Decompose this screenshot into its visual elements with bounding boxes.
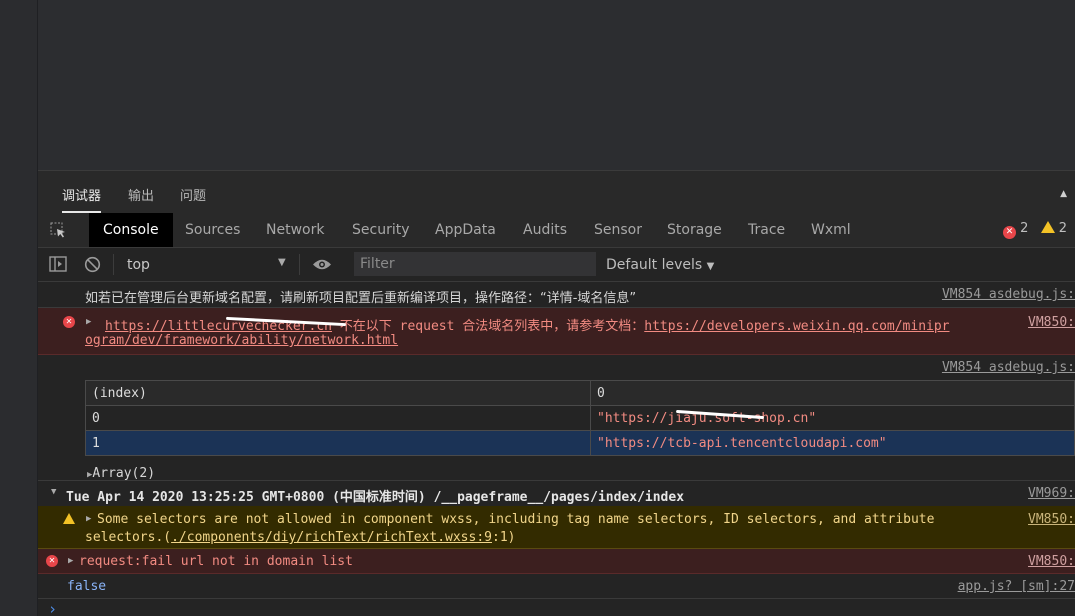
warning-message: Some selectors are not allowed in compon…: [97, 512, 935, 527]
warning-icon: [63, 513, 75, 524]
tab-wxml[interactable]: Wxml: [797, 213, 865, 247]
table-header-value[interactable]: 0: [590, 380, 1075, 406]
table-cell-value: "https://jiaju.soft-shop.cn": [590, 405, 1075, 431]
tab-problems[interactable]: 问题: [180, 185, 206, 204]
toolbar-divider: [113, 254, 114, 275]
tab-trace[interactable]: Trace: [734, 213, 799, 247]
filter-input[interactable]: [354, 252, 596, 276]
table-cell-value: "https://tcb-api.tencentcloudapi.com": [590, 430, 1075, 456]
table-header-row: (index) 0: [85, 380, 1075, 406]
tab-audits[interactable]: Audits: [509, 213, 581, 247]
inspect-element-icon[interactable]: [50, 222, 66, 238]
boolean-value: false: [67, 579, 107, 594]
console-table: (index) 0 0 "https://jiaju.soft-shop.cn"…: [85, 380, 1075, 456]
expand-triangle-icon[interactable]: ▶: [68, 556, 73, 566]
log-levels-dropdown[interactable]: Default levels ▼: [606, 257, 714, 273]
log-source-link[interactable]: VM969:: [1028, 486, 1075, 501]
error-row: ✕ ▶ request:fail url not in domain list …: [38, 549, 1075, 574]
tab-console[interactable]: Console: [89, 213, 173, 247]
collapse-caret-icon[interactable]: ▲: [1060, 189, 1067, 199]
doc-link[interactable]: https://developers.weixin.qq.com/minipr: [644, 319, 949, 334]
table-cell-index: 0: [85, 405, 591, 431]
prompt-chevron-icon: ›: [48, 600, 58, 616]
sidebar-toggle-icon[interactable]: [49, 256, 67, 272]
tab-storage[interactable]: Storage: [653, 213, 736, 247]
tab-output[interactable]: 输出: [128, 185, 154, 204]
error-icon: ✕: [46, 555, 58, 567]
log-source-link[interactable]: app.js? [sm]:27: [958, 579, 1075, 594]
context-selector[interactable]: top: [127, 257, 150, 273]
log-levels-label: Default levels: [606, 257, 703, 273]
array-object[interactable]: ▶Array(2): [87, 466, 155, 481]
issue-counts[interactable]: ✕ 2 2: [1003, 221, 1067, 239]
tab-sources[interactable]: Sources: [171, 213, 254, 247]
warning-row: ▶ Some selectors are not allowed in comp…: [38, 506, 1075, 549]
tab-appdata[interactable]: AppData: [421, 213, 510, 247]
live-expression-eye-icon[interactable]: [312, 258, 332, 271]
panel-tabs: 调试器 输出 问题 ▲: [38, 171, 1075, 213]
error-count-icon: ✕: [1003, 226, 1017, 239]
clear-console-icon[interactable]: [84, 256, 101, 273]
tab-network[interactable]: Network: [252, 213, 338, 247]
chevron-down-icon: ▼: [706, 261, 715, 272]
table-row: 0 "https://jiaju.soft-shop.cn": [85, 405, 1075, 431]
error-row: ✕ ▶ https://littlecurvechecker.cn 不在以下 r…: [38, 308, 1075, 355]
devtools-tabbar: Console Sources Network Security AppData…: [38, 213, 1075, 248]
table-cell-index: 1: [85, 430, 591, 456]
doc-link-continued[interactable]: ogram/dev/framework/ability/network.html: [85, 333, 398, 348]
expand-triangle-icon[interactable]: ▶: [86, 317, 91, 327]
log-row: false app.js? [sm]:27: [38, 574, 1075, 599]
context-dropdown-icon[interactable]: ▼: [278, 257, 286, 268]
warning-message-continued: selectors.(./components/diy/richText/ric…: [85, 530, 516, 545]
console-output: 如若已在管理后台更新域名配置，请刷新项目配置后重新编译项目，操作路径：“详情-域…: [38, 282, 1075, 616]
tab-security[interactable]: Security: [338, 213, 424, 247]
warning-count: 2: [1058, 221, 1067, 236]
log-row: 如若已在管理后台更新域名配置，请刷新项目配置后重新编译项目，操作路径：“详情-域…: [38, 282, 1075, 308]
console-prompt[interactable]: ›: [38, 599, 1075, 616]
group-header-row[interactable]: ▼ Tue Apr 14 2020 13:25:25 GMT+0800 (中国标…: [38, 480, 1075, 507]
toolbar-divider: [299, 254, 300, 275]
log-source-link[interactable]: VM850:: [1028, 554, 1075, 569]
log-message: 如若已在管理后台更新域名配置，请刷新项目配置后重新编译项目，操作路径：“详情-域…: [85, 291, 637, 306]
tab-sensor[interactable]: Sensor: [580, 213, 656, 247]
log-source-link[interactable]: VM854 asdebug.js:: [942, 360, 1075, 375]
tab-debugger[interactable]: 调试器: [62, 185, 102, 213]
error-icon: ✕: [63, 316, 75, 328]
log-source-link[interactable]: VM850:: [1028, 512, 1075, 527]
table-row: 1 "https://tcb-api.tencentcloudapi.com": [85, 430, 1075, 456]
group-title: Tue Apr 14 2020 13:25:25 GMT+0800 (中国标准时…: [66, 490, 685, 505]
log-source-link[interactable]: VM850:: [1028, 315, 1075, 330]
console-toolbar: top ▼ Default levels ▼: [38, 248, 1075, 282]
log-source-link[interactable]: VM854 asdebug.js:: [942, 287, 1075, 302]
collapse-triangle-icon[interactable]: ▼: [51, 487, 56, 497]
warning-count-icon: [1040, 221, 1055, 233]
devtools-panel: 调试器 输出 问题 ▲ Console Sources Network Secu…: [38, 170, 1075, 616]
expand-triangle-icon[interactable]: ▶: [86, 514, 91, 524]
simulator-area: [38, 0, 1075, 170]
left-gutter: [0, 0, 38, 616]
wxss-file-link[interactable]: ./components/diy/richText/richText.wxss:…: [171, 530, 492, 545]
error-message: request:fail url not in domain list: [79, 554, 353, 569]
table-header-index[interactable]: (index): [85, 380, 591, 406]
error-count: 2: [1020, 221, 1029, 236]
